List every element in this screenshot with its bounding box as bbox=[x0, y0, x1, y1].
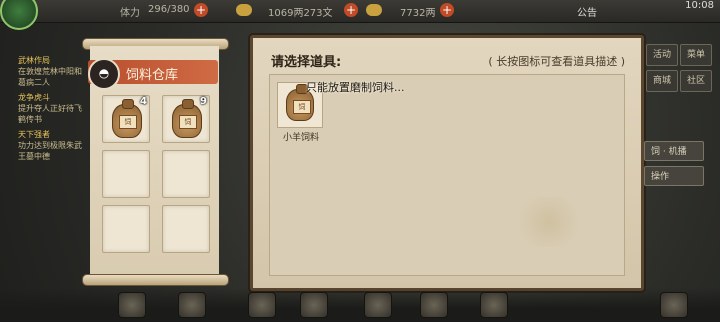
notice-list: 武林作局 在敦煌荒林中阳和葛病二人 龙争虎斗 提升夺人正好待飞鹤传书 天下强者 … bbox=[18, 55, 88, 162]
toolbar-bag-icon[interactable] bbox=[248, 292, 276, 318]
notice-title: 龙争虎斗 bbox=[18, 93, 50, 102]
toolbar-character-icon[interactable] bbox=[118, 292, 146, 318]
notice-title: 武林作局 bbox=[18, 56, 50, 65]
feed-bag-icon: 饲 bbox=[112, 99, 142, 138]
bag-label: 饲 bbox=[293, 100, 311, 114]
notice-item[interactable]: 武林作局 在敦煌荒林中阳和葛病二人 bbox=[18, 55, 88, 88]
item-grid: 饲 小羊饲料 只能放置磨制饲料... bbox=[269, 74, 625, 276]
money-value: 1069两273文 bbox=[268, 8, 333, 19]
menu-button-shop[interactable]: 商城 bbox=[646, 70, 678, 92]
item-name: 小羊饲料 bbox=[282, 133, 319, 143]
notice-item[interactable]: 龙争虎斗 提升夺人正好待飞鹤传书 bbox=[18, 92, 88, 125]
bottom-toolbar bbox=[0, 288, 720, 322]
clock: 10:08 bbox=[685, 0, 714, 11]
add-money-button[interactable]: + bbox=[344, 3, 358, 17]
feed-bag-icon: 饲 bbox=[172, 99, 202, 138]
warehouse-slot[interactable]: 饲 4 bbox=[102, 95, 150, 143]
menu-button-activity[interactable]: 活动 bbox=[646, 44, 678, 66]
toolbar-settings-icon[interactable] bbox=[660, 292, 688, 318]
bag-label: 饲 bbox=[179, 115, 197, 129]
toolbar-map-icon[interactable] bbox=[420, 292, 448, 318]
item-count: 4 bbox=[140, 96, 147, 107]
item-count: 9 bbox=[200, 96, 207, 107]
item-selection-panel: 请选择道具: ( 长按图标可查看道具描述 ) 饲 小羊饲料 只能放置磨制饲料..… bbox=[250, 35, 644, 291]
side-tab-feed[interactable]: 饲 · 机播 bbox=[644, 141, 704, 161]
bag-label: 饲 bbox=[119, 115, 137, 129]
parchment-decoration bbox=[514, 197, 584, 247]
add-stamina-button[interactable]: + bbox=[194, 3, 208, 17]
hat-icon: ◓ bbox=[88, 58, 120, 90]
warehouse-slot[interactable] bbox=[102, 205, 150, 253]
warehouse-title: 饲料仓库 bbox=[126, 68, 179, 83]
stamina-label: 体力 bbox=[120, 8, 140, 19]
menu-button-community[interactable]: 社区 bbox=[680, 70, 712, 92]
gold-icon bbox=[366, 4, 382, 16]
stamina-value: 296/380 bbox=[148, 4, 190, 15]
panel-title: 请选择道具: bbox=[271, 55, 342, 70]
warehouse-slot[interactable] bbox=[162, 150, 210, 198]
notice-text: 功力达到极限朱武王墓中德 bbox=[18, 141, 82, 161]
money-icon bbox=[236, 4, 252, 16]
notice-text: 提升夺人正好待飞鹤传书 bbox=[18, 104, 82, 124]
toolbar-skill-icon[interactable] bbox=[300, 292, 328, 318]
item-tooltip: 只能放置磨制饲料... bbox=[306, 81, 405, 94]
panel-hint: ( 长按图标可查看道具描述 ) bbox=[488, 55, 625, 68]
notice-text: 在敦煌荒林中阳和葛病二人 bbox=[18, 67, 82, 87]
toolbar-pet-icon[interactable] bbox=[178, 292, 206, 318]
warehouse-slot[interactable] bbox=[102, 150, 150, 198]
toolbar-mail-icon[interactable] bbox=[480, 292, 508, 318]
top-status-bar: 体力 296/380 + 1069两273文 + 7732两 + 公告 10:0… bbox=[0, 0, 720, 30]
notice-item[interactable]: 天下强者 功力达到极限朱武王墓中德 bbox=[18, 129, 88, 162]
feed-warehouse-panel: ◓ 饲料仓库 饲 4 饲 9 bbox=[82, 38, 229, 286]
notice-title: 天下强者 bbox=[18, 130, 50, 139]
menu-button-menu[interactable]: 菜单 bbox=[680, 44, 712, 66]
warehouse-slot[interactable] bbox=[162, 205, 210, 253]
announcement-button[interactable]: 公告 bbox=[577, 4, 597, 19]
side-tab-operate[interactable]: 操作 bbox=[644, 166, 704, 186]
gold-value: 7732两 bbox=[400, 8, 436, 19]
warehouse-header: ◓ 饲料仓库 bbox=[88, 58, 218, 90]
scroll-rod-bottom bbox=[82, 274, 229, 286]
warehouse-slot[interactable]: 饲 9 bbox=[162, 95, 210, 143]
add-gold-button[interactable]: + bbox=[440, 3, 454, 17]
toolbar-team-icon[interactable] bbox=[364, 292, 392, 318]
